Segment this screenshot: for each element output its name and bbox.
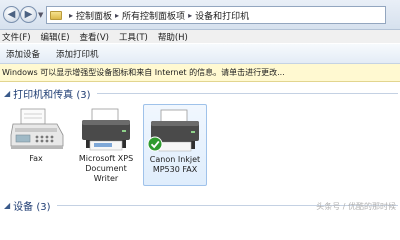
collapse-chevron-icon[interactable]: ◢ [4, 89, 10, 98]
recent-pages-dropdown[interactable]: ▼ [38, 11, 43, 19]
device-name: Microsoft XPS Document Writer [78, 154, 134, 183]
address-bar: ◀ ▶ ▼ ▸ 控制面板 ▸ 所有控制面板项 ▸ 设备和打印机 [0, 0, 400, 30]
menu-file[interactable]: 文件(F) [2, 31, 31, 43]
breadcrumb-all-items[interactable]: 所有控制面板项 [122, 9, 185, 22]
menu-view[interactable]: 查看(V) [80, 31, 109, 43]
forward-button[interactable]: ▶ [20, 6, 37, 23]
device-canon-mp530-fax[interactable]: Canon Inkjet MP530 FAX [143, 104, 207, 186]
group-divider [96, 92, 398, 94]
device-name: Canon Inkjet MP530 FAX [149, 155, 201, 174]
watermark: 头条号 / 优酷的那时候 [316, 202, 396, 211]
control-panel-icon [50, 10, 62, 20]
breadcrumb-separator[interactable]: ▸ [115, 11, 119, 20]
back-button[interactable]: ◀ [3, 6, 20, 23]
menu-bar: 文件(F) 编辑(E) 查看(V) 工具(T) 帮助(H) [0, 30, 400, 43]
group-title-devices: 设备 (3) [13, 201, 51, 213]
breadcrumb[interactable]: ▸ 控制面板 ▸ 所有控制面板项 ▸ 设备和打印机 [46, 6, 386, 24]
default-checkmark-icon [147, 136, 163, 152]
back-arrow-icon: ◀ [7, 9, 16, 20]
printer-icon [147, 109, 199, 152]
fax-icon [10, 108, 64, 149]
menu-edit[interactable]: 编辑(E) [41, 31, 70, 43]
device-fax[interactable]: Fax [4, 104, 68, 186]
breadcrumb-separator[interactable]: ▸ [69, 11, 73, 20]
menu-help[interactable]: 帮助(H) [158, 31, 188, 43]
forward-arrow-icon: ▶ [24, 9, 33, 20]
add-device-button[interactable]: 添加设备 [6, 48, 40, 60]
breadcrumb-devices-printers[interactable]: 设备和打印机 [195, 9, 249, 22]
group-header-printers[interactable]: ◢ 打印机和传真 (3) [0, 86, 400, 101]
printer-icon [82, 108, 130, 151]
breadcrumb-separator[interactable]: ▸ [188, 11, 192, 20]
collapse-chevron-icon[interactable]: ◢ [4, 201, 10, 210]
add-printer-button[interactable]: 添加打印机 [56, 48, 99, 60]
breadcrumb-control-panel[interactable]: 控制面板 [76, 9, 112, 22]
device-name: Fax [29, 154, 43, 163]
device-xps-writer[interactable]: Microsoft XPS Document Writer [74, 104, 138, 186]
group-title-printers: 打印机和传真 (3) [13, 89, 91, 101]
command-bar: 添加设备 添加打印机 [0, 44, 400, 64]
info-bar[interactable]: Windows 可以显示增强型设备图标和来自 Internet 的信息。请单击进… [0, 64, 400, 82]
menu-tools[interactable]: 工具(T) [119, 31, 148, 43]
